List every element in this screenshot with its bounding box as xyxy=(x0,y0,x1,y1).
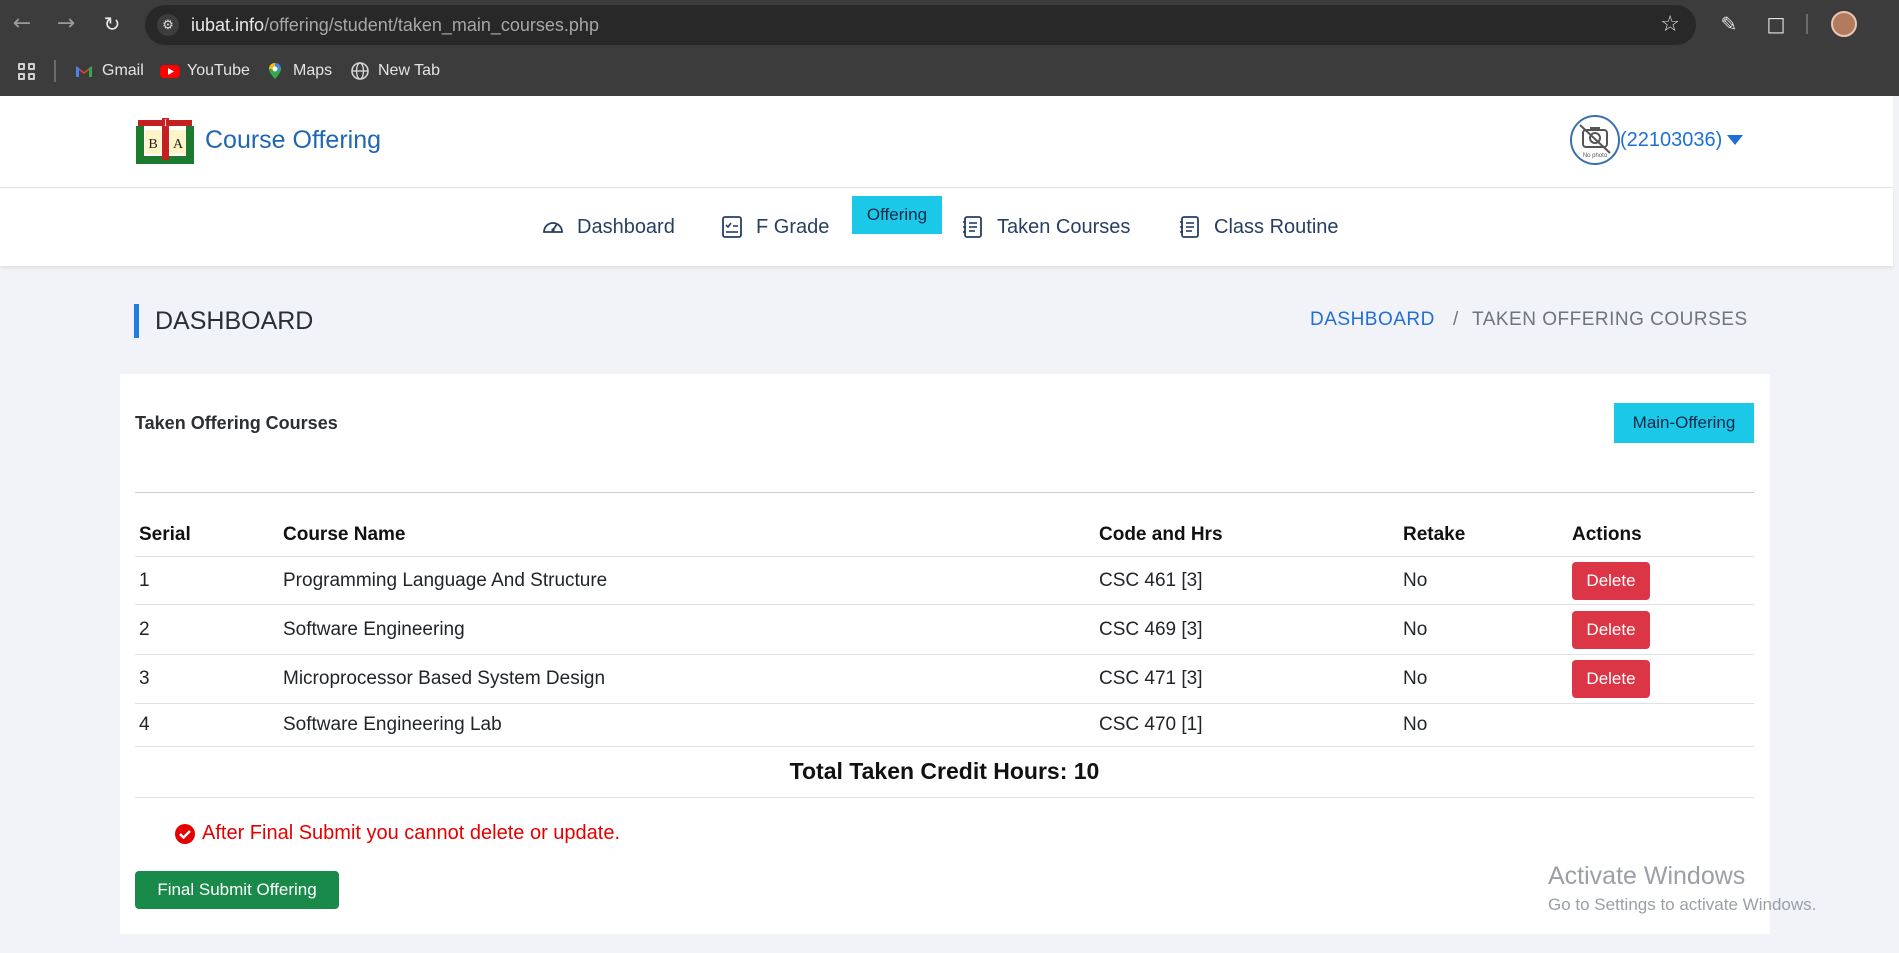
svg-text:No photo: No photo xyxy=(1583,153,1608,159)
table-row-divider xyxy=(135,604,1754,605)
card-title: Taken Offering Courses xyxy=(135,413,338,433)
table-cell-serial: 1 xyxy=(139,570,150,591)
iubat-logo[interactable]: B I A xyxy=(134,116,196,166)
table-cell-retake: No xyxy=(1403,570,1428,591)
address-bar[interactable]: ⚙ iubat.info/offering/student/taken_main… xyxy=(145,5,1696,45)
column-header-actions: Actions xyxy=(1572,524,1642,545)
column-header-code-hrs: Code and Hrs xyxy=(1099,524,1223,545)
menu-item-taken-courses[interactable]: Taken Courses xyxy=(961,213,1130,241)
final-submit-button[interactable]: Final Submit Offering xyxy=(135,871,339,909)
column-header-course-name: Course Name xyxy=(283,524,406,545)
checklist-icon xyxy=(720,215,744,239)
toolbar-divider xyxy=(1806,14,1808,34)
main-offering-button[interactable]: Main-Offering xyxy=(1614,403,1754,443)
back-arrow-icon[interactable]: ← xyxy=(10,12,34,36)
bookmark-gmail[interactable]: Gmail xyxy=(75,59,144,83)
brand-title[interactable]: Course Offering xyxy=(205,126,381,155)
table-cell-serial: 2 xyxy=(139,619,150,640)
table-cell-serial: 3 xyxy=(139,668,150,689)
notebook-icon xyxy=(1178,215,1202,239)
menu-item-offering[interactable]: Offering xyxy=(852,196,942,234)
user-id[interactable]: (22103036) xyxy=(1620,129,1722,152)
site-settings-icon[interactable]: ⚙ xyxy=(157,14,179,36)
gmail-icon xyxy=(75,62,93,80)
table-cell-course: Software Engineering xyxy=(283,619,465,640)
menu-item-class-routine[interactable]: Class Routine xyxy=(1178,213,1339,241)
svg-text:I: I xyxy=(164,118,167,128)
column-header-retake: Retake xyxy=(1403,524,1466,545)
final-submit-warning: After Final Submit you cannot delete or … xyxy=(175,822,620,845)
menu-item-f-grade[interactable]: F Grade xyxy=(720,213,829,241)
bookmarks-divider xyxy=(54,60,56,82)
table-cell-code: CSC 470 [1] xyxy=(1099,714,1203,735)
table-cell-retake: No xyxy=(1403,619,1428,640)
page-title: DASHBOARD xyxy=(134,304,313,338)
table-row-divider xyxy=(135,703,1754,704)
total-credit-hours: Total Taken Credit Hours: 10 xyxy=(789,758,1100,784)
card-divider xyxy=(135,492,1754,493)
table-cell-course: Software Engineering Lab xyxy=(283,714,502,735)
user-photo[interactable]: No photo xyxy=(1570,115,1620,165)
breadcrumb-current: TAKEN OFFERING COURSES xyxy=(1472,309,1748,330)
activate-windows-subtitle: Go to Settings to activate Windows. xyxy=(1548,895,1817,914)
breadcrumb-home[interactable]: DASHBOARD xyxy=(1310,309,1435,331)
column-header-serial: Serial xyxy=(139,524,191,545)
table-cell-course: Microprocessor Based System Design xyxy=(283,668,606,689)
apps-grid-icon[interactable] xyxy=(18,63,36,81)
maps-icon xyxy=(266,62,284,80)
table-footer-divider xyxy=(135,797,1754,798)
table-header-divider xyxy=(135,556,1754,557)
table-cell-code: CSC 469 [3] xyxy=(1099,619,1203,640)
notebook-icon xyxy=(961,215,985,239)
delete-button[interactable]: Delete xyxy=(1572,611,1650,649)
svg-text:B: B xyxy=(148,137,157,152)
youtube-icon xyxy=(160,62,180,80)
delete-button[interactable]: Delete xyxy=(1572,660,1650,698)
table-cell-course: Programming Language And Structure xyxy=(283,570,608,591)
eyedropper-icon[interactable]: ✎ xyxy=(1717,12,1741,36)
bookmark-star-icon[interactable]: ☆ xyxy=(1660,12,1680,37)
activate-windows-title: Activate Windows xyxy=(1548,862,1746,890)
extensions-icon[interactable]: □ xyxy=(1764,12,1788,36)
table-row-divider xyxy=(135,654,1754,655)
url-text[interactable]: iubat.info/offering/student/taken_main_c… xyxy=(191,15,599,36)
table-cell-retake: No xyxy=(1403,714,1428,735)
bookmark-youtube[interactable]: YouTube xyxy=(160,59,250,83)
table-cell-code: CSC 461 [3] xyxy=(1099,570,1203,591)
check-circle-icon xyxy=(175,823,195,844)
svg-text:A: A xyxy=(173,137,184,152)
forward-arrow-icon[interactable]: → xyxy=(54,12,78,36)
gauge-icon xyxy=(541,215,565,239)
menu-item-dashboard[interactable]: Dashboard xyxy=(541,213,675,241)
globe-icon xyxy=(351,62,369,80)
bookmark-maps[interactable]: Maps xyxy=(266,59,332,83)
table-cell-retake: No xyxy=(1403,668,1428,689)
reload-icon[interactable]: ↻ xyxy=(100,12,124,36)
breadcrumb-separator: / xyxy=(1453,309,1459,330)
bookmark-new-tab[interactable]: New Tab xyxy=(351,59,440,83)
main-menu xyxy=(0,188,1893,266)
table-row-divider xyxy=(135,746,1754,747)
delete-button[interactable]: Delete xyxy=(1572,562,1650,600)
caret-down-icon[interactable] xyxy=(1727,135,1743,145)
table-cell-code: CSC 471 [3] xyxy=(1099,668,1203,689)
profile-avatar[interactable] xyxy=(1831,11,1857,37)
table-cell-serial: 4 xyxy=(139,714,150,735)
